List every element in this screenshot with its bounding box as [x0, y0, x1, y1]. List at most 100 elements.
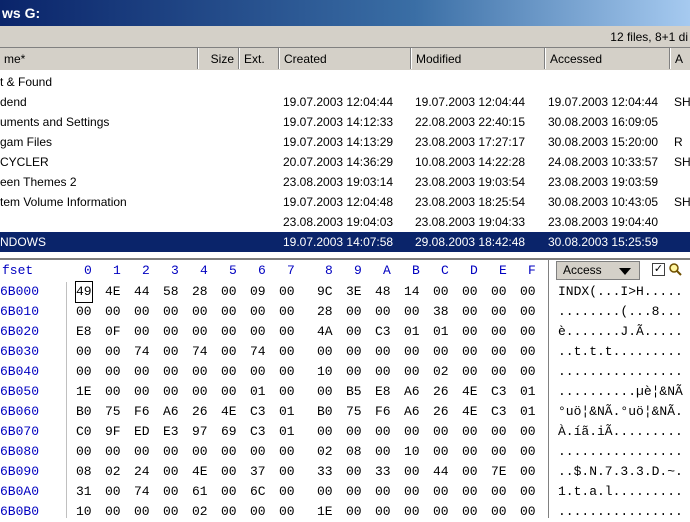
hex-byte[interactable]: 00	[433, 502, 449, 522]
hex-byte[interactable]: 1E	[317, 502, 333, 522]
hex-byte[interactable]: 00	[221, 342, 237, 362]
hex-byte[interactable]: 00	[163, 482, 179, 502]
magnifier-icon[interactable]	[668, 262, 682, 276]
hex-byte[interactable]: C3	[250, 422, 266, 442]
hex-ascii[interactable]: ................	[558, 362, 683, 382]
hex-byte[interactable]: 61	[192, 482, 208, 502]
hex-byte[interactable]: 00	[346, 502, 362, 522]
hex-byte[interactable]: 00	[163, 342, 179, 362]
hex-byte[interactable]: 00	[462, 442, 478, 462]
hex-byte[interactable]: 00	[105, 482, 121, 502]
hex-byte[interactable]: 00	[462, 462, 478, 482]
hex-byte[interactable]: 00	[375, 302, 391, 322]
hex-byte[interactable]: E8	[76, 322, 92, 342]
hex-byte[interactable]: 00	[433, 282, 449, 302]
hex-ascii[interactable]: è.......J.Ã.....	[558, 322, 683, 342]
hex-byte[interactable]: 00	[250, 362, 266, 382]
hex-byte[interactable]: 00	[279, 302, 295, 322]
hex-byte[interactable]: 37	[250, 462, 266, 482]
hex-byte[interactable]: C3	[491, 382, 507, 402]
hex-byte[interactable]: 01	[433, 322, 449, 342]
column-header-size[interactable]: Size	[198, 48, 239, 69]
hex-byte[interactable]: 9F	[105, 422, 121, 442]
hex-byte[interactable]: 44	[134, 282, 150, 302]
hex-byte[interactable]: 01	[404, 322, 420, 342]
hex-byte[interactable]: 00	[491, 482, 507, 502]
hex-byte[interactable]: 00	[346, 322, 362, 342]
hex-byte[interactable]: 00	[433, 442, 449, 462]
hex-byte[interactable]: 00	[317, 382, 333, 402]
column-header-created[interactable]: Created	[279, 48, 411, 69]
file-row[interactable]: CYCLER 20.07.2003 14:36:29 10.08.2003 14:2…	[0, 152, 690, 172]
hex-byte[interactable]: 01	[250, 382, 266, 402]
hex-byte[interactable]: 49	[75, 281, 93, 303]
file-row[interactable]: t & Found	[0, 72, 690, 92]
hex-byte[interactable]: 00	[404, 502, 420, 522]
hex-byte[interactable]: 00	[375, 362, 391, 382]
hex-byte[interactable]: 00	[221, 462, 237, 482]
hex-byte[interactable]: 00	[404, 302, 420, 322]
hex-byte[interactable]: 00	[491, 422, 507, 442]
hex-byte[interactable]: 00	[221, 382, 237, 402]
hex-byte[interactable]: 09	[250, 282, 266, 302]
hex-byte[interactable]: 74	[134, 482, 150, 502]
hex-byte[interactable]: 00	[433, 482, 449, 502]
options-checkbox[interactable]: ✓	[652, 263, 665, 276]
hex-byte[interactable]: 0F	[105, 322, 121, 342]
hex-byte[interactable]: 00	[317, 342, 333, 362]
hex-byte[interactable]: 00	[221, 302, 237, 322]
hex-byte[interactable]: 00	[192, 362, 208, 382]
window-title-bar[interactable]: ws G:	[0, 0, 690, 26]
hex-byte[interactable]: 00	[250, 322, 266, 342]
hex-byte[interactable]: 10	[404, 442, 420, 462]
hex-byte[interactable]: 00	[491, 322, 507, 342]
hex-byte[interactable]: 00	[163, 502, 179, 522]
hex-byte[interactable]: E3	[163, 422, 179, 442]
hex-byte[interactable]: 10	[76, 502, 92, 522]
file-row[interactable]: een Themes 2 23.08.2003 19:03:14 23.08.200…	[0, 172, 690, 192]
hex-byte[interactable]: 97	[192, 422, 208, 442]
hex-ascii[interactable]: ..t.t.t.........	[558, 342, 683, 362]
hex-byte[interactable]: 00	[375, 482, 391, 502]
hex-byte[interactable]: 00	[317, 422, 333, 442]
hex-byte[interactable]: 00	[250, 442, 266, 462]
file-row[interactable]: tem Volume Information 19.07.2003 12:04:4…	[0, 192, 690, 212]
hex-byte[interactable]: 00	[134, 442, 150, 462]
hex-byte[interactable]: 00	[520, 422, 536, 442]
hex-ascii[interactable]: ........(...8...	[558, 302, 683, 322]
hex-byte[interactable]: 00	[279, 362, 295, 382]
hex-byte[interactable]: 00	[491, 362, 507, 382]
hex-byte[interactable]: 75	[346, 402, 362, 422]
hex-ascii[interactable]: 1.t.a.l.........	[558, 482, 683, 502]
hex-byte[interactable]: 00	[375, 342, 391, 362]
hex-byte[interactable]: 00	[105, 502, 121, 522]
hex-byte[interactable]: 00	[520, 462, 536, 482]
hex-byte[interactable]: 00	[462, 282, 478, 302]
hex-byte[interactable]: 02	[105, 462, 121, 482]
hex-byte[interactable]: 00	[462, 362, 478, 382]
column-header-ext[interactable]: Ext.	[239, 48, 279, 69]
hex-byte[interactable]: A6	[404, 402, 420, 422]
hex-byte[interactable]: 00	[221, 362, 237, 382]
hex-byte[interactable]: 00	[491, 502, 507, 522]
hex-byte[interactable]: 01	[279, 422, 295, 442]
hex-byte[interactable]: 00	[346, 342, 362, 362]
hex-byte[interactable]: 00	[105, 302, 121, 322]
hex-byte[interactable]: 00	[404, 422, 420, 442]
file-list[interactable]: t & Found dend 19.07.2003 12:04:44 19.07.20…	[0, 70, 690, 256]
hex-byte[interactable]: 14	[404, 282, 420, 302]
hex-byte[interactable]: 00	[404, 342, 420, 362]
hex-byte[interactable]: 00	[163, 362, 179, 382]
hex-byte[interactable]: 00	[192, 382, 208, 402]
hex-byte[interactable]: 00	[250, 502, 266, 522]
hex-ascii[interactable]: ..........µè¦&NÃ	[558, 382, 683, 402]
hex-byte[interactable]: 00	[163, 462, 179, 482]
hex-byte[interactable]: C3	[375, 322, 391, 342]
file-row[interactable]: gam Files 19.07.2003 14:13:29 23.08.2003 1…	[0, 132, 690, 152]
hex-byte[interactable]: 00	[404, 362, 420, 382]
hex-byte[interactable]: 00	[76, 342, 92, 362]
hex-byte[interactable]: 00	[462, 502, 478, 522]
hex-byte[interactable]: 00	[520, 322, 536, 342]
hex-byte[interactable]: 00	[520, 362, 536, 382]
hex-byte[interactable]: 3E	[346, 282, 362, 302]
